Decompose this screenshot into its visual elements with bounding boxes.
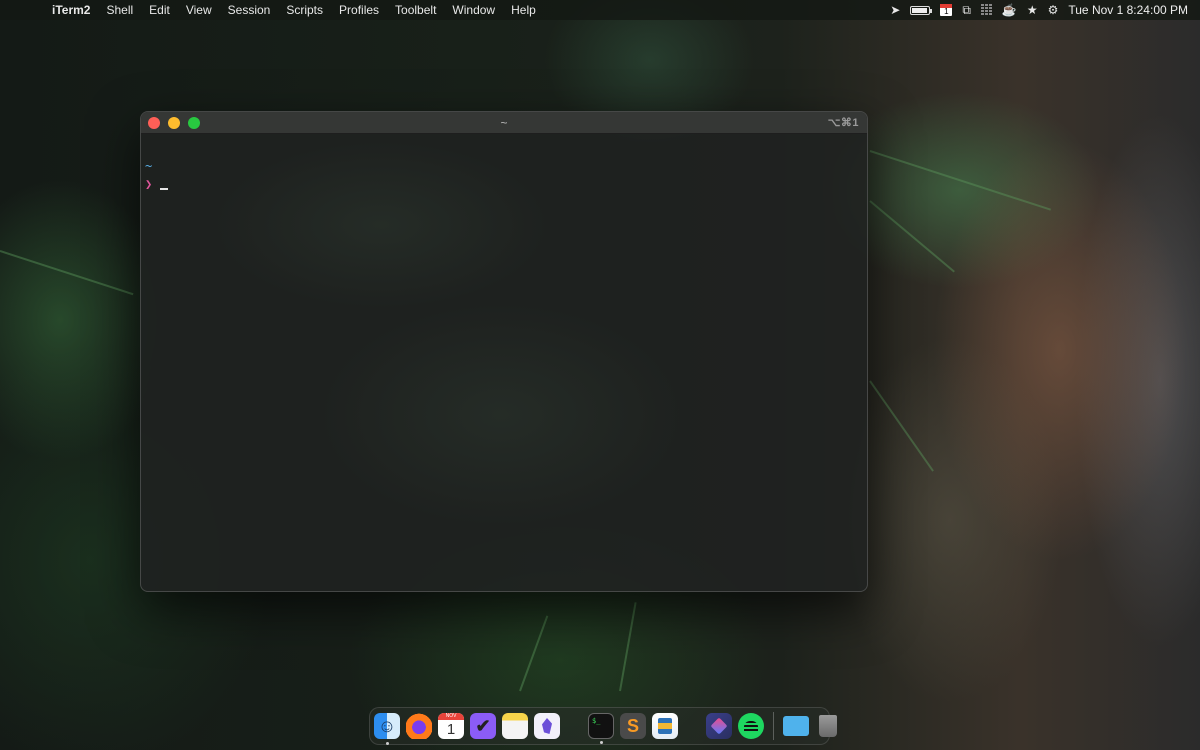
dock-obsidian-icon[interactable] <box>534 713 560 739</box>
iterm-icon-label: $_ <box>592 717 601 725</box>
prompt-symbol: ❯ <box>145 177 153 191</box>
menu-bar: iTerm2 Shell Edit View Session Scripts P… <box>0 0 1200 20</box>
coffee-cup-icon[interactable]: ☕ <box>1002 3 1017 17</box>
dock-finder-icon[interactable] <box>374 713 400 745</box>
terminal-body[interactable]: ~ ❯ <box>141 135 867 591</box>
fern-leaf-decoration <box>519 615 549 692</box>
calendar-month: NOV <box>438 713 464 720</box>
calendar-day-number: 1 <box>446 721 456 738</box>
location-arrow-icon[interactable]: ➤ <box>890 3 900 17</box>
fern-leaf-decoration <box>0 250 134 296</box>
menu-profiles[interactable]: Profiles <box>331 0 387 20</box>
menu-view[interactable]: View <box>178 0 220 20</box>
running-indicator <box>599 741 603 744</box>
fern-leaf-decoration <box>619 602 637 692</box>
iterm-window: ~ ⌥⌘1 ~ ❯ <box>140 111 868 592</box>
calendar-day: 1 <box>940 4 953 16</box>
dock-tasks-icon[interactable]: ✔ <box>470 713 496 739</box>
battery-icon[interactable] <box>910 3 933 17</box>
fern-leaf-decoration <box>869 150 1052 211</box>
menu-session[interactable]: Session <box>220 0 279 20</box>
menu-help[interactable]: Help <box>503 0 544 20</box>
dock-separator <box>773 712 774 740</box>
window-shortcut-label: ⌥⌘1 <box>827 117 859 129</box>
menu-window[interactable]: Window <box>444 0 503 20</box>
dock-trash-icon[interactable] <box>815 713 841 739</box>
activity-bars-icon[interactable] <box>980 3 992 17</box>
dock-sublime-text-icon[interactable]: S <box>620 713 646 739</box>
menu-scripts[interactable]: Scripts <box>278 0 331 20</box>
dock: NOV 1 ✔ $_ S <box>369 707 830 745</box>
fern-leaf-decoration <box>869 200 955 273</box>
dock-spotify-icon[interactable] <box>738 713 764 739</box>
menu-toolbelt[interactable]: Toolbelt <box>387 0 444 20</box>
fern-leaf-decoration <box>869 380 934 472</box>
dock-calendar-icon[interactable]: NOV 1 <box>438 713 464 739</box>
menu-edit[interactable]: Edit <box>141 0 178 20</box>
menu-shell[interactable]: Shell <box>98 0 141 20</box>
window-titlebar[interactable]: ~ ⌥⌘1 <box>141 112 867 134</box>
dock-notes-icon[interactable] <box>502 713 528 739</box>
menu-app-name[interactable]: iTerm2 <box>44 0 98 20</box>
terminal-cursor <box>160 188 169 190</box>
layers-icon[interactable]: ⧉ <box>962 3 971 17</box>
prompt-cwd: ~ <box>145 159 153 173</box>
dock-firefox-icon[interactable] <box>406 713 432 739</box>
dock-shortcuts-icon[interactable] <box>706 713 732 739</box>
dock-iterm-icon[interactable]: $_ <box>588 713 614 744</box>
control-center-icon[interactable]: ⚙ <box>1048 3 1059 17</box>
dock-tower-icon[interactable] <box>652 713 678 739</box>
star-icon[interactable]: ★ <box>1027 3 1038 17</box>
menu-clock[interactable]: Tue Nov 1 8:24:00 PM <box>1068 3 1188 17</box>
calendar-icon[interactable]: 1 <box>940 3 953 17</box>
running-indicator <box>385 742 389 745</box>
window-title: ~ <box>500 116 508 130</box>
dock-folder-icon[interactable] <box>783 713 809 739</box>
